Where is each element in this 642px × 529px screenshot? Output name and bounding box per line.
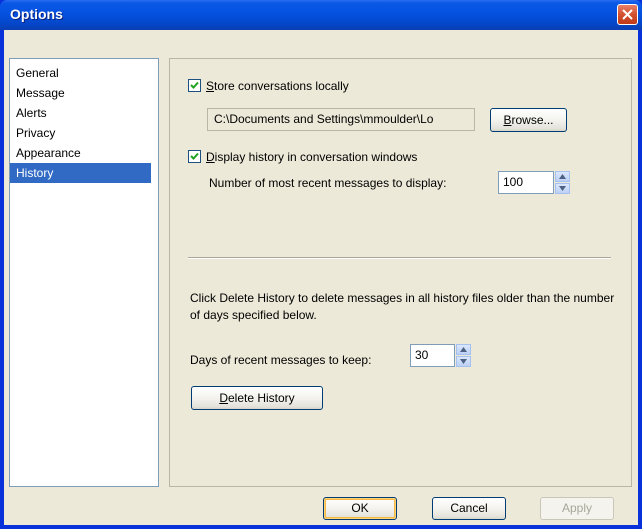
recent-messages-label: Number of most recent messages to displa… — [209, 176, 447, 190]
days-to-keep-input[interactable]: 30 — [410, 344, 455, 367]
recent-spin-up-button[interactable] — [555, 171, 570, 182]
sidebar-item-message[interactable]: Message — [10, 83, 151, 103]
arrow-up-icon — [559, 174, 566, 179]
category-list[interactable]: General Message Alerts Privacy Appearanc… — [9, 58, 159, 487]
dialog-client-area: General Message Alerts Privacy Appearanc… — [4, 30, 638, 525]
recent-messages-spinner[interactable] — [555, 171, 570, 194]
display-history-checkbox[interactable] — [188, 150, 201, 163]
delete-history-button[interactable]: Delete History — [191, 386, 323, 410]
sidebar-item-general[interactable]: General — [10, 63, 151, 83]
days-spin-down-button[interactable] — [456, 356, 471, 367]
title-bar[interactable]: Options — [0, 0, 642, 30]
checkmark-icon — [190, 81, 199, 89]
arrow-down-icon — [559, 186, 566, 191]
section-divider — [188, 257, 611, 259]
days-spin-up-button[interactable] — [456, 344, 471, 355]
apply-button[interactable]: Apply — [540, 497, 614, 520]
sidebar-item-alerts[interactable]: Alerts — [10, 103, 151, 123]
store-locally-checkbox[interactable] — [188, 79, 201, 92]
sidebar-item-history[interactable]: History — [10, 163, 151, 183]
display-history-label: Display history in conversation windows — [206, 150, 418, 164]
cancel-button[interactable]: Cancel — [432, 497, 506, 520]
ok-button[interactable]: OK — [323, 497, 397, 520]
display-history-option[interactable]: Display history in conversation windows — [188, 148, 488, 166]
history-path-field[interactable]: C:\Documents and Settings\mmoulder\Lo — [207, 108, 475, 131]
browse-button[interactable]: Browse... — [490, 108, 567, 132]
recent-spin-down-button[interactable] — [555, 183, 570, 194]
checkmark-icon — [190, 152, 199, 160]
delete-history-description: Click Delete History to delete messages … — [190, 291, 615, 322]
arrow-up-icon — [460, 347, 467, 352]
recent-messages-input[interactable]: 100 — [498, 171, 554, 194]
store-locally-label: Store conversations locally — [206, 79, 349, 93]
close-button[interactable] — [617, 4, 638, 25]
history-settings-panel: Store conversations locally C:\Documents… — [169, 58, 632, 487]
close-icon — [622, 9, 633, 20]
sidebar-item-appearance[interactable]: Appearance — [10, 143, 151, 163]
sidebar-item-privacy[interactable]: Privacy — [10, 123, 151, 143]
arrow-down-icon — [460, 359, 467, 364]
days-to-keep-label: Days of recent messages to keep: — [190, 353, 372, 367]
store-locally-option[interactable]: Store conversations locally — [188, 77, 408, 95]
window-title: Options — [10, 6, 63, 22]
options-window: Options General Message Alerts Privacy A… — [0, 0, 642, 529]
days-to-keep-spinner[interactable] — [456, 344, 471, 367]
